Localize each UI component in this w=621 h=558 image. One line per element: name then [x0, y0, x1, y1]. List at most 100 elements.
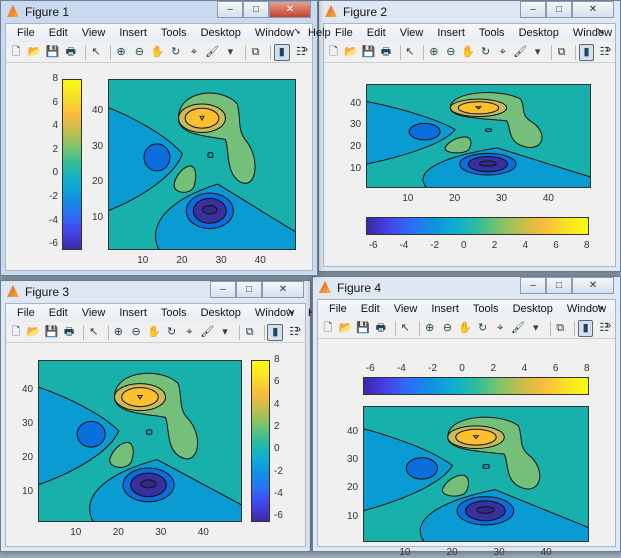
insert-colorbar-icon[interactable]: ▮	[273, 43, 290, 61]
title-bar[interactable]: Figure 3 – □ ✕	[1, 281, 310, 303]
zoom-in-icon[interactable]: ⊕	[114, 45, 128, 60]
data-cursor-icon[interactable]: ⌖	[187, 45, 201, 60]
figure-window[interactable]: Figure 1 – □ ✕ File Edit View Insert Tools Deskto…	[0, 0, 331, 276]
brush-dropdown-icon[interactable]: ▾	[223, 45, 237, 60]
pan-hand-icon[interactable]: ✋	[458, 321, 472, 336]
new-figure-icon[interactable]: 🗋	[327, 45, 340, 60]
toolbar-overflow-icon[interactable]: »	[605, 320, 611, 331]
print-icon[interactable]: 🖶	[379, 45, 392, 60]
brush-icon[interactable]: 🖌	[513, 45, 527, 60]
menu-desktop[interactable]: Desktop	[194, 27, 248, 39]
menu-tools[interactable]: Tools	[154, 27, 194, 39]
menu-insert[interactable]: Insert	[112, 307, 154, 319]
close-button[interactable]: ✕	[572, 1, 614, 18]
open-file-icon[interactable]: 📂	[344, 45, 358, 60]
toolbar-overflow-icon[interactable]: »	[295, 324, 301, 335]
zoom-out-icon[interactable]: ⊖	[444, 45, 457, 60]
link-plot-icon[interactable]: ⧉	[248, 45, 262, 60]
zoom-in-icon[interactable]: ⊕	[423, 321, 437, 336]
menu-desktop[interactable]: Desktop	[506, 303, 560, 315]
menu-tools[interactable]: Tools	[154, 307, 194, 319]
menu-edit[interactable]: Edit	[354, 303, 387, 315]
close-button[interactable]: ✕	[269, 1, 311, 18]
open-file-icon[interactable]: 📂	[339, 321, 353, 336]
new-figure-icon[interactable]: 🗋	[321, 321, 335, 336]
zoom-out-icon[interactable]: ⊖	[129, 325, 143, 340]
colorbar[interactable]	[363, 377, 589, 395]
menu-edit[interactable]: Edit	[42, 27, 75, 39]
link-plot-icon[interactable]: ⧉	[553, 321, 567, 336]
link-plot-icon[interactable]: ⧉	[555, 45, 568, 60]
title-bar[interactable]: Figure 4 – □ ✕	[313, 277, 620, 299]
toolbar-overflow-icon[interactable]: »	[605, 44, 611, 55]
print-icon[interactable]: 🖶	[374, 321, 388, 336]
menu-help[interactable]: Help	[613, 303, 621, 315]
brush-icon[interactable]: 🖌	[205, 45, 219, 60]
insert-colorbar-icon[interactable]: ▮	[577, 319, 594, 337]
rotate-3d-icon[interactable]: ↻	[165, 325, 179, 340]
maximize-button[interactable]: □	[546, 1, 572, 18]
menu-dock-arrow-icon[interactable]: ➘	[286, 26, 308, 37]
print-icon[interactable]: 🖶	[64, 45, 78, 60]
menu-edit[interactable]: Edit	[42, 307, 75, 319]
data-cursor-icon[interactable]: ⌖	[496, 45, 509, 60]
pan-hand-icon[interactable]: ✋	[147, 325, 161, 340]
minimize-button[interactable]: –	[210, 281, 236, 298]
title-bar[interactable]: Figure 2 – □ ✕	[319, 1, 620, 23]
figure-window[interactable]: Figure 4 – □ ✕ File Edit View Insert Tools Deskto…	[312, 276, 621, 558]
menu-view[interactable]: View	[75, 27, 113, 39]
brush-dropdown-icon[interactable]: ▾	[531, 45, 544, 60]
menu-tools[interactable]: Tools	[466, 303, 506, 315]
insert-colorbar-icon[interactable]: ▮	[267, 323, 284, 341]
menu-view[interactable]: View	[387, 303, 425, 315]
maximize-button[interactable]: □	[236, 281, 262, 298]
edit-plot-pointer-icon[interactable]: ↖	[87, 325, 101, 340]
menu-insert[interactable]: Insert	[112, 27, 154, 39]
colorbar[interactable]	[251, 360, 270, 522]
menu-view[interactable]: View	[393, 27, 431, 39]
brush-icon[interactable]: 🖌	[511, 321, 525, 336]
menu-tools[interactable]: Tools	[472, 27, 512, 39]
rotate-3d-icon[interactable]: ↻	[479, 45, 492, 60]
menu-view[interactable]: View	[75, 307, 113, 319]
zoom-in-icon[interactable]: ⊕	[112, 325, 126, 340]
title-bar[interactable]: Figure 1 – □ ✕	[1, 1, 317, 23]
contour-axes[interactable]	[366, 84, 591, 188]
brush-icon[interactable]: 🖌	[200, 325, 214, 340]
edit-plot-pointer-icon[interactable]: ↖	[403, 45, 416, 60]
minimize-button[interactable]: –	[520, 277, 546, 294]
edit-plot-pointer-icon[interactable]: ↖	[398, 321, 412, 336]
new-figure-icon[interactable]: 🗋	[9, 325, 23, 340]
menu-edit[interactable]: Edit	[360, 27, 393, 39]
menu-dock-arrow-icon[interactable]: ➘	[589, 26, 611, 37]
data-cursor-icon[interactable]: ⌖	[493, 321, 507, 336]
zoom-out-icon[interactable]: ⊖	[132, 45, 146, 60]
brush-dropdown-icon[interactable]: ▾	[218, 325, 232, 340]
menu-file[interactable]: File	[10, 27, 42, 39]
open-file-icon[interactable]: 📂	[27, 45, 41, 60]
zoom-in-icon[interactable]: ⊕	[427, 45, 440, 60]
menu-desktop[interactable]: Desktop	[194, 307, 248, 319]
close-button[interactable]: ✕	[262, 281, 304, 298]
contour-axes[interactable]	[38, 360, 242, 522]
menu-desktop[interactable]: Desktop	[512, 27, 566, 39]
pan-hand-icon[interactable]: ✋	[150, 45, 165, 60]
pan-hand-icon[interactable]: ✋	[461, 45, 475, 60]
toolbar-overflow-icon[interactable]: »	[302, 44, 308, 55]
menu-insert[interactable]: Insert	[424, 303, 466, 315]
minimize-button[interactable]: –	[217, 1, 243, 18]
edit-plot-pointer-icon[interactable]: ↖	[89, 45, 103, 60]
close-button[interactable]: ✕	[572, 277, 614, 294]
save-icon[interactable]: 💾	[44, 325, 58, 340]
maximize-button[interactable]: □	[546, 277, 572, 294]
brush-dropdown-icon[interactable]: ▾	[529, 321, 543, 336]
menu-dock-arrow-icon[interactable]: ➘	[589, 302, 611, 313]
zoom-out-icon[interactable]: ⊖	[441, 321, 455, 336]
minimize-button[interactable]: –	[520, 1, 546, 18]
open-file-icon[interactable]: 📂	[27, 325, 41, 340]
save-icon[interactable]: 💾	[45, 45, 60, 60]
menu-file[interactable]: File	[10, 307, 42, 319]
menu-insert[interactable]: Insert	[430, 27, 472, 39]
print-icon[interactable]: 🖶	[62, 325, 76, 340]
menu-dock-arrow-icon[interactable]: ➘	[279, 306, 301, 317]
